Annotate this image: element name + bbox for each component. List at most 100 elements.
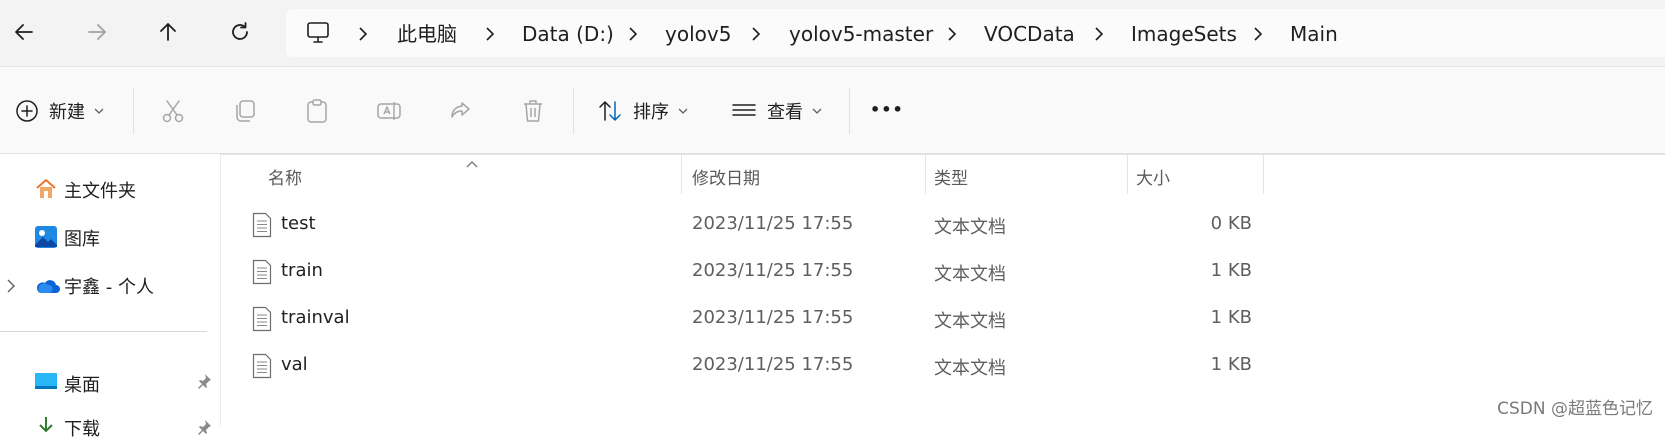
column-divider[interactable] — [1263, 154, 1264, 194]
pin-icon — [196, 419, 212, 439]
column-divider[interactable] — [681, 154, 682, 194]
file-size: 1 KB — [1210, 307, 1252, 328]
breadcrumb-chevron-icon[interactable] — [749, 22, 763, 46]
column-header-date[interactable]: 修改日期 — [692, 164, 760, 189]
back-button[interactable] — [6, 14, 42, 50]
breadcrumb-chevron-icon[interactable] — [626, 22, 640, 46]
breadcrumb-item[interactable]: VOCData — [984, 22, 1075, 46]
refresh-button[interactable] — [222, 14, 258, 50]
table-row[interactable]: trainval 2023/11/25 17:55 文本文档 1 KB — [240, 303, 1260, 337]
breadcrumb-chevron-icon[interactable] — [1092, 22, 1106, 46]
sidebar-item-desktop[interactable]: 桌面 — [34, 369, 214, 397]
file-type: 文本文档 — [934, 311, 1006, 332]
list-view-icon — [732, 104, 756, 116]
text-file-icon — [252, 306, 272, 332]
file-date: 2023/11/25 17:55 — [692, 260, 854, 281]
breadcrumb-chevron-icon[interactable] — [945, 22, 959, 46]
file-size: 0 KB — [1210, 213, 1252, 234]
sidebar-item-onedrive[interactable]: 宇鑫 - 个人 — [34, 271, 214, 299]
text-file-icon — [252, 212, 272, 238]
column-header-name[interactable]: 名称 — [268, 164, 302, 189]
chevron-down-icon — [94, 108, 104, 114]
clipboard-icon — [307, 99, 327, 123]
computer-icon[interactable] — [305, 21, 331, 49]
copy-button[interactable] — [232, 98, 258, 128]
breadcrumb-chevron-icon[interactable] — [1251, 22, 1265, 46]
sort-arrows-icon — [599, 101, 621, 121]
sidebar-item-label: 主文件夹 — [64, 181, 136, 202]
view-button-label: 查看 — [767, 102, 803, 123]
table-row[interactable]: train 2023/11/25 17:55 文本文档 1 KB — [240, 256, 1260, 290]
file-date: 2023/11/25 17:55 — [692, 354, 854, 375]
file-name: train — [281, 260, 323, 281]
column-header-size[interactable]: 大小 — [1136, 164, 1170, 189]
breadcrumb-item[interactable]: Main — [1290, 22, 1338, 46]
breadcrumb-chevron-icon[interactable] — [356, 22, 370, 46]
file-name: val — [281, 354, 308, 375]
toolbar-divider — [573, 88, 574, 134]
more-options-label: ••• — [870, 100, 904, 119]
plus-circle-icon — [16, 100, 38, 122]
breadcrumb-item[interactable]: yolov5 — [665, 22, 731, 46]
file-date: 2023/11/25 17:55 — [692, 307, 854, 328]
file-type: 文本文档 — [934, 217, 1006, 238]
breadcrumb-item[interactable]: ImageSets — [1131, 22, 1237, 46]
desktop-icon — [35, 373, 57, 389]
arrow-left-icon — [15, 24, 33, 40]
download-icon — [39, 417, 53, 433]
more-options-button[interactable]: ••• — [870, 100, 904, 119]
toolbar-divider — [849, 88, 850, 134]
text-file-icon — [252, 353, 272, 379]
file-type: 文本文档 — [934, 358, 1006, 379]
breadcrumb-item[interactable]: 此电脑 — [397, 22, 457, 46]
column-header-type[interactable]: 类型 — [934, 164, 968, 189]
breadcrumb-item[interactable]: yolov5-master — [789, 22, 933, 46]
home-icon — [36, 179, 56, 198]
rename-button[interactable] — [376, 98, 402, 128]
sidebar-item-gallery[interactable]: 图库 — [34, 223, 214, 251]
sidebar-item-label: 图库 — [64, 229, 100, 250]
refresh-icon — [232, 22, 248, 40]
arrow-up-icon — [160, 23, 176, 41]
expand-chevron-icon[interactable] — [6, 278, 16, 297]
column-divider[interactable] — [1127, 154, 1128, 194]
sidebar-item-home[interactable]: 主文件夹 — [34, 175, 214, 203]
share-button[interactable] — [448, 98, 474, 128]
table-row[interactable]: test 2023/11/25 17:55 文本文档 0 KB — [240, 209, 1260, 243]
arrow-right-icon — [88, 24, 106, 40]
breadcrumb-item[interactable]: Data (D:) — [522, 22, 614, 46]
breadcrumb-chevron-icon[interactable] — [483, 22, 497, 46]
sidebar-item-downloads[interactable]: 下载 — [34, 415, 214, 443]
chevron-down-icon — [678, 108, 688, 114]
sidebar-item-label: 下载 — [64, 419, 100, 440]
file-size: 1 KB — [1210, 260, 1252, 281]
file-name: trainval — [281, 307, 350, 328]
view-button[interactable]: 查看 — [731, 97, 823, 125]
paste-button[interactable] — [304, 98, 330, 128]
file-name: test — [281, 213, 316, 234]
sidebar-item-label: 宇鑫 - 个人 — [64, 277, 154, 298]
sidebar-divider — [0, 331, 207, 332]
sidebar-item-label: 桌面 — [64, 375, 100, 396]
share-icon — [451, 102, 470, 118]
delete-button[interactable] — [520, 98, 546, 128]
new-button[interactable]: 新建 — [15, 97, 105, 125]
copy-icon — [236, 100, 255, 122]
file-date: 2023/11/25 17:55 — [692, 213, 854, 234]
forward-button[interactable] — [79, 14, 115, 50]
sort-button-label: 排序 — [633, 102, 669, 123]
up-button[interactable] — [150, 14, 186, 50]
scissors-icon — [162, 100, 184, 123]
trash-icon — [524, 100, 542, 122]
cut-button[interactable] — [160, 98, 186, 128]
sort-ascending-icon — [465, 154, 479, 173]
new-button-label: 新建 — [49, 102, 85, 123]
chevron-down-icon — [812, 108, 822, 114]
table-row[interactable]: val 2023/11/25 17:55 文本文档 1 KB — [240, 350, 1260, 384]
file-size: 1 KB — [1210, 354, 1252, 375]
sort-button[interactable]: 排序 — [597, 97, 689, 125]
watermark: CSDN @超蓝色记忆 — [1497, 399, 1653, 419]
pane-splitter[interactable] — [220, 154, 221, 427]
gallery-icon — [35, 226, 57, 248]
column-divider[interactable] — [925, 154, 926, 194]
